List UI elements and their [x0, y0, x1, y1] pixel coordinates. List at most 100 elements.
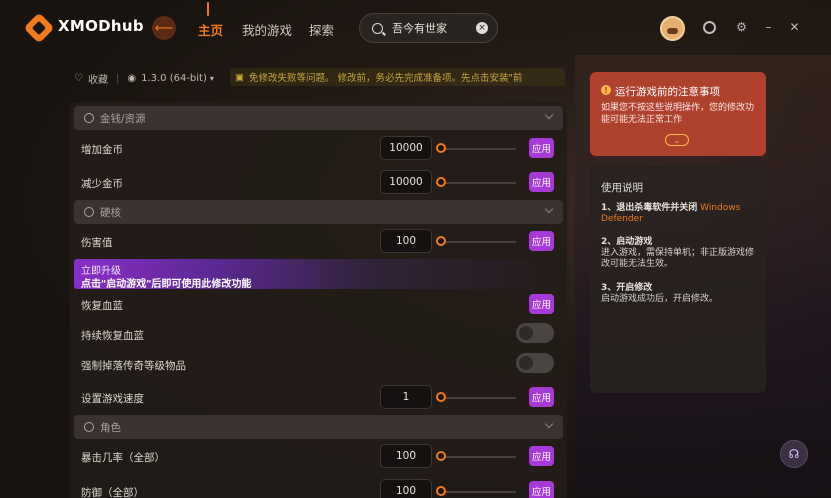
step-body: 进入游戏，需保持单机；非正版游戏修改可能无法生效。	[601, 248, 755, 269]
row-keep-hp: 持续恢复血蓝	[70, 320, 567, 350]
slider-handle[interactable]	[436, 486, 446, 496]
row-label: 防御（全部）	[81, 487, 144, 498]
search-icon	[372, 22, 383, 34]
chevron-down-icon[interactable]	[544, 419, 554, 429]
row-label: 增加金币	[81, 144, 123, 156]
row-defense: 防御（全部） 100 应用	[70, 477, 567, 498]
row-game-speed: 设置游戏速度 1 应用	[70, 383, 567, 413]
step-title: 3、开启修改	[601, 283, 653, 293]
value-input[interactable]: 10000	[380, 136, 432, 160]
warning-strip: ▣ 免修改失败等问题。 修改前，务必先完成准备项。先点击安装"前	[230, 68, 565, 86]
nav-home[interactable]: 主页	[198, 20, 223, 39]
section-title: 角色	[100, 421, 121, 434]
row-label: 减少金币	[81, 178, 123, 190]
section-header-hardcore[interactable]: 硬核	[74, 200, 563, 224]
row-add-gold: 增加金币 10000 应用	[70, 134, 567, 164]
slider-handle[interactable]	[436, 392, 446, 402]
version-select[interactable]: 1.3.0 (64-bit)	[141, 73, 207, 84]
nav-active-indicator	[207, 2, 209, 16]
row-damage: 伤害值 100 应用	[70, 227, 567, 257]
apply-button[interactable]: 应用	[529, 294, 554, 314]
chevron-down-icon[interactable]	[544, 204, 554, 214]
row-label: 强制掉落传奇等级物品	[81, 360, 186, 372]
favorite-label[interactable]: 收藏	[88, 71, 108, 86]
step-title: 2、启动游戏	[601, 237, 653, 247]
slider-handle[interactable]	[436, 236, 446, 246]
minimize-icon[interactable]: –	[762, 21, 775, 34]
guide-title: 使用说明	[601, 182, 643, 194]
avatar[interactable]	[660, 16, 685, 41]
divider: |	[115, 72, 120, 84]
slider-handle[interactable]	[436, 143, 446, 153]
section-header-money[interactable]: 金钱/资源	[74, 106, 563, 130]
row-label: 持续恢复血蓝	[81, 330, 144, 342]
value-input[interactable]: 1	[380, 385, 432, 409]
search-box[interactable]: ×	[359, 13, 498, 43]
close-icon[interactable]: ✕	[788, 21, 801, 34]
value-input[interactable]: 10000	[380, 170, 432, 194]
status-icon[interactable]	[703, 21, 716, 34]
slider-track[interactable]	[436, 456, 516, 458]
guide-step-1: 1、退出杀毒软件并关闭 Windows Defender	[601, 203, 761, 225]
top-bar: XMODhub ⟵ 主页 我的游戏 探索 × ⚙ – ✕	[0, 0, 831, 56]
support-headset-icon[interactable]: ☊	[780, 440, 808, 468]
step-body: 启动游戏成功后，开启修改。	[601, 294, 719, 304]
row-label: 设置游戏速度	[81, 393, 144, 405]
chat-icon: ▣	[235, 71, 244, 83]
slider-track[interactable]	[436, 397, 516, 399]
app-window: XMODhub ⟵ 主页 我的游戏 探索 × ⚙ – ✕ ♡ 收藏 | ◉ 1.…	[0, 0, 831, 498]
expand-chevron-icon[interactable]: ⌄	[665, 134, 689, 146]
alert-icon: !	[601, 85, 611, 95]
apply-button[interactable]: 应用	[529, 387, 554, 407]
search-input[interactable]	[392, 21, 472, 35]
apply-button[interactable]: 应用	[529, 481, 554, 498]
section-title: 金钱/资源	[100, 112, 146, 125]
value-input[interactable]: 100	[380, 229, 432, 253]
settings-icon[interactable]: ⚙	[735, 21, 748, 34]
apply-button[interactable]: 应用	[529, 172, 554, 192]
slider-handle[interactable]	[436, 451, 446, 461]
warning-text: 免修改失败等问题。 修改前，务必先完成准备项。先点击安装"前	[248, 73, 523, 84]
nav-explore[interactable]: 探索	[309, 20, 334, 39]
slider-track[interactable]	[436, 182, 516, 184]
heart-icon[interactable]: ♡	[74, 73, 83, 84]
skull-icon	[84, 207, 94, 217]
slider-track[interactable]	[436, 491, 516, 493]
row-label: 恢复血蓝	[81, 300, 123, 312]
clear-search-icon[interactable]: ×	[476, 22, 488, 34]
warning-body: 如果您不按这些说明操作，您的修改功能可能无法正常工作	[601, 103, 755, 125]
value-input[interactable]: 100	[380, 479, 432, 498]
row-label: 暴击几率（全部）	[81, 452, 165, 464]
steam-icon: ◉	[127, 72, 137, 84]
warning-title: 运行游戏前的注意事项	[615, 86, 720, 98]
brand-name: XMODhub	[58, 17, 144, 35]
slider-handle[interactable]	[436, 177, 446, 187]
back-button[interactable]: ⟵	[152, 16, 176, 40]
warning-card: ! 运行游戏前的注意事项 如果您不按这些说明操作，您的修改功能可能无法正常工作 …	[590, 72, 766, 156]
section-header-character[interactable]: 角色	[74, 415, 563, 439]
slider-track[interactable]	[436, 241, 516, 243]
apply-button[interactable]: 应用	[529, 446, 554, 466]
row-restore-hp: 恢复血蓝 应用	[70, 290, 567, 320]
logo-icon	[23, 12, 55, 44]
upgrade-hint: 点击"启动游戏"后即可使用此修改功能	[81, 279, 252, 290]
chevron-down-icon[interactable]	[544, 110, 554, 120]
row-label: 伤害值	[81, 237, 113, 249]
row-crit: 暴击几率（全部） 100 应用	[70, 442, 567, 472]
row-force-drop: 强制掉落传奇等级物品	[70, 350, 567, 380]
toggle-switch[interactable]	[516, 353, 554, 373]
section-title: 硬核	[100, 206, 121, 219]
info-bar: ♡ 收藏 | ◉ 1.3.0 (64-bit) ▾	[74, 70, 214, 86]
step-title: 1、退出杀毒软件并关闭	[601, 203, 698, 213]
chevron-down-icon[interactable]: ▾	[210, 74, 214, 83]
nav-my-games[interactable]: 我的游戏	[242, 20, 292, 39]
apply-button[interactable]: 应用	[529, 138, 554, 158]
upgrade-banner[interactable]: 立即升级 点击"启动游戏"后即可使用此修改功能	[74, 259, 563, 290]
usage-guide: 使用说明 1、退出杀毒软件并关闭 Windows Defender 2、启动游戏…	[590, 166, 766, 393]
guide-step-2: 2、启动游戏 进入游戏，需保持单机；非正版游戏修改可能无法生效。	[601, 237, 761, 270]
slider-track[interactable]	[436, 148, 516, 150]
toggle-switch[interactable]	[516, 323, 554, 343]
guide-step-3: 3、开启修改 启动游戏成功后，开启修改。	[601, 283, 761, 305]
value-input[interactable]: 100	[380, 444, 432, 468]
apply-button[interactable]: 应用	[529, 231, 554, 251]
